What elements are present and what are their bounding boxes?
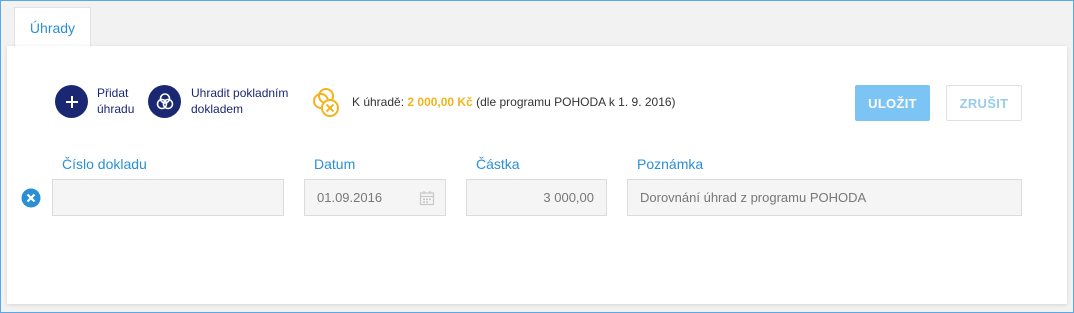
add-payment-label[interactable]: Přidat úhradu (97, 85, 134, 117)
amount-label: Částka (476, 156, 520, 172)
doc-number-field[interactable] (52, 179, 284, 216)
date-field[interactable]: 01.09.2016 (304, 179, 446, 216)
amount-due-prefix: K úhradě: (352, 95, 405, 109)
coins-icon (156, 92, 173, 109)
amount-due-text: K úhradě: 2 000,00 Kč (dle programu POHO… (352, 95, 676, 109)
amount-due-suffix: (dle programu POHODA k 1. 9. 2016) (476, 95, 676, 109)
pay-cash-button[interactable] (148, 85, 181, 118)
pay-cash-label-line1: Uhradit pokladním (191, 86, 289, 100)
pay-cash-label-line2: dokladem (191, 102, 244, 116)
amount-field[interactable]: 3 000,00 (466, 179, 607, 216)
add-payment-label-line1: Přidat (97, 86, 129, 100)
amount-due-value: 2 000,00 Kč (407, 95, 473, 109)
note-value: Dorovnání úhrad z programu POHODA (640, 190, 867, 205)
plus-icon (65, 95, 78, 108)
coins-cancel-icon (313, 88, 339, 117)
note-field[interactable]: Dorovnání úhrad z programu POHODA (627, 179, 1022, 216)
note-label: Poznámka (637, 156, 704, 172)
date-label: Datum (314, 156, 356, 172)
add-payment-button[interactable] (55, 85, 88, 118)
date-value: 01.09.2016 (317, 190, 383, 205)
add-payment-label-line2: úhradu (97, 102, 135, 116)
amount-value: 3 000,00 (543, 190, 594, 205)
doc-number-label: Číslo dokladu (62, 156, 147, 172)
save-button[interactable]: ULOŽIT (855, 85, 930, 121)
calendar-icon[interactable] (419, 190, 435, 206)
close-circle-icon[interactable] (21, 188, 41, 208)
cancel-button[interactable]: ZRUŠIT (946, 85, 1022, 121)
tab-uhrady[interactable]: Úhrady (14, 7, 91, 47)
pay-cash-label[interactable]: Uhradit pokladním dokladem (191, 85, 288, 117)
